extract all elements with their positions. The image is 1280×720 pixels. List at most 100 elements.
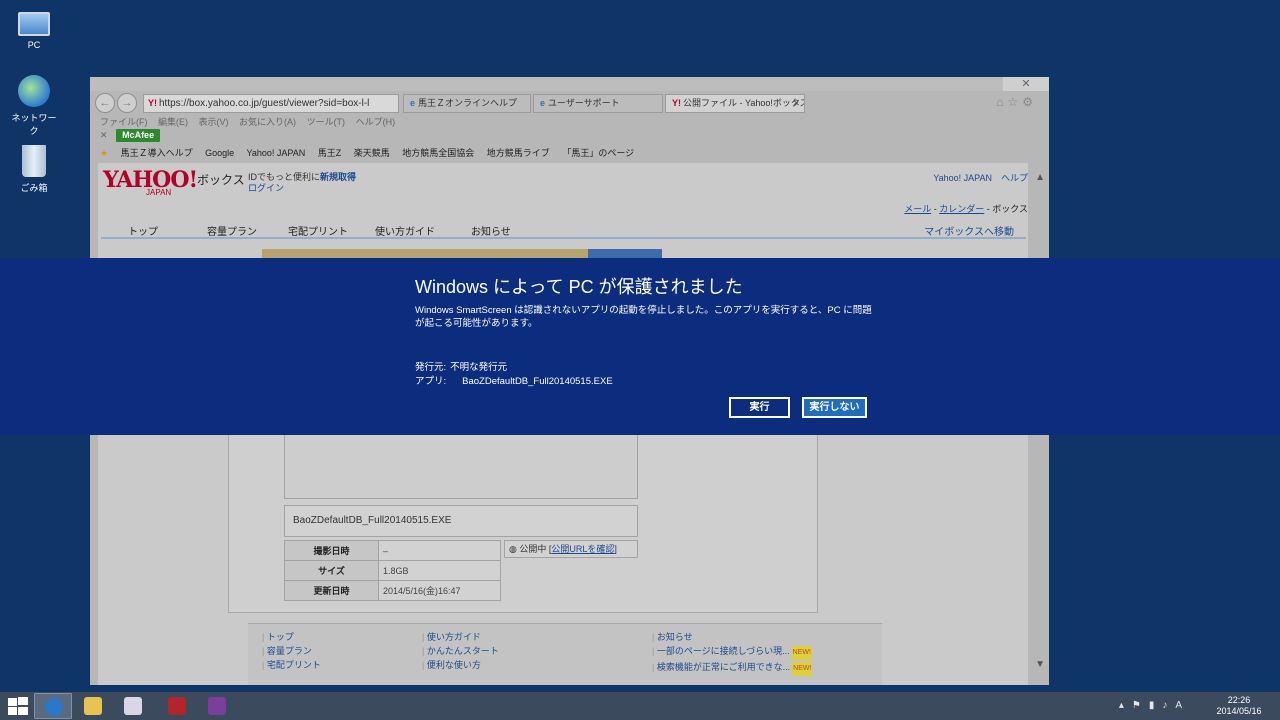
menu-view[interactable]: 表示(V)	[199, 117, 229, 127]
start-button[interactable]	[6, 696, 28, 716]
mcafee-button[interactable]: McAfee	[116, 129, 161, 142]
ime-icon[interactable]: A	[1175, 700, 1190, 711]
network-tray-icon[interactable]: ▮	[1149, 700, 1163, 711]
taskbar-ie[interactable]	[34, 693, 72, 719]
info-key: サイズ	[284, 560, 379, 581]
desktop-icon-pc[interactable]: PC	[8, 8, 60, 50]
breadcrumb-calendar[interactable]: カレンダー	[939, 204, 984, 214]
footer-link[interactable]: かんたんスタート	[422, 644, 499, 658]
desktop-icon-network[interactable]: ネットワーク	[8, 75, 60, 137]
computer-icon	[18, 12, 50, 36]
favorites-star-icon[interactable]: ★	[100, 148, 108, 158]
windows-logo-icon	[8, 707, 17, 715]
login-link[interactable]: ログイン	[248, 181, 284, 194]
footer-heading[interactable]: 使い方ガイド	[422, 630, 499, 644]
menu-help[interactable]: ヘルプ(H)	[356, 117, 396, 127]
publisher-value: 不明な発行元	[450, 362, 508, 373]
windows-logo-icon	[18, 697, 28, 705]
info-key: 撮影日時	[284, 540, 379, 561]
app-value: BaoZDefaultDB_Full20140515.EXE	[462, 376, 613, 387]
table-row: サイズ 1.8GB	[284, 560, 501, 581]
menu-tools[interactable]: ツール(T)	[307, 117, 346, 127]
back-button[interactable]: ←	[95, 93, 115, 113]
navigation-bar: ← → Y! https://box.yahoo.co.jp/guest/view…	[95, 93, 1045, 115]
volume-icon[interactable]: ♪	[1162, 700, 1175, 711]
tab-label: ユーザーサポート	[548, 98, 620, 108]
favorite-link[interactable]: 「馬王」のページ	[562, 148, 634, 158]
favorite-link[interactable]: Yahoo! JAPAN	[247, 148, 306, 158]
menu-file[interactable]: ファイル(F)	[100, 117, 148, 127]
run-button[interactable]: 実行	[729, 397, 790, 418]
footer-heading[interactable]: お知らせ	[652, 630, 812, 644]
system-tray: ▴⚑▮♪A	[1119, 700, 1190, 711]
window-title-bar	[90, 77, 1049, 91]
taskbar-app[interactable]	[198, 693, 236, 719]
publisher-label: 発行元:	[415, 362, 447, 373]
nav-plan[interactable]: 容量プラン	[207, 223, 257, 238]
footer-link[interactable]: 宅配プリント	[262, 658, 321, 672]
desktop-icon-recycle-bin[interactable]: ごみ箱	[8, 145, 60, 194]
favorite-link[interactable]: 地方競馬全国協会	[402, 148, 474, 158]
header-links[interactable]: Yahoo! JAPAN ヘルプ	[933, 171, 1028, 184]
nav-guide[interactable]: 使い方ガイド	[375, 223, 435, 238]
breadcrumb-mail[interactable]: メール	[904, 204, 931, 214]
address-bar[interactable]: Y! https://box.yahoo.co.jp/guest/viewer?s…	[143, 94, 399, 113]
signup-link[interactable]: 新規取得	[320, 172, 356, 182]
nav-top[interactable]: トップ	[128, 223, 158, 238]
forward-button[interactable]: →	[117, 93, 137, 113]
smartscreen-dialog: Windows によって PC が保護されました Windows SmartSc…	[0, 258, 1280, 435]
tab-help[interactable]: e 馬王Ｚオンラインヘルプ	[403, 94, 531, 113]
footer-col-main: トップ 容量プラン 宅配プリント	[262, 630, 321, 672]
yahoo-logo-sub: JAPAN	[146, 188, 172, 197]
chevron-up-icon[interactable]: ▴	[1119, 700, 1132, 711]
menu-edit[interactable]: 編集(E)	[158, 117, 188, 127]
nav-print[interactable]: 宅配プリント	[288, 223, 348, 238]
scroll-up-icon[interactable]: ▲	[1035, 172, 1045, 183]
favorite-link[interactable]: 馬王Z	[318, 148, 342, 158]
smartscreen-title: Windows によって PC が保護されました	[415, 277, 743, 297]
ie-icon: e	[540, 98, 546, 108]
book-app-icon	[208, 697, 226, 715]
table-row: 撮影日時 –	[284, 540, 501, 561]
toolbar-close-icon[interactable]: ✕	[100, 130, 108, 140]
desktop-icon-label: ネットワーク	[11, 113, 57, 136]
taskbar-paint[interactable]	[114, 693, 152, 719]
taskbar-explorer[interactable]	[74, 693, 112, 719]
new-badge: NEW!	[792, 662, 813, 676]
taskbar-access[interactable]	[158, 693, 196, 719]
settings-gear-icon[interactable]: ⚙	[1022, 95, 1037, 109]
ie-icon: e	[410, 98, 416, 108]
footer-link[interactable]: 便利な使い方	[422, 658, 499, 672]
tab-label: 公開ファイル - Yahoo!ボックス	[683, 98, 805, 108]
footer-link[interactable]: 容量プラン	[262, 644, 321, 658]
tab-support[interactable]: e ユーザーサポート	[533, 94, 663, 113]
public-status: ◍ 公開中 [公開URLを確認]	[504, 540, 638, 558]
back-arrow-icon: ←	[99, 97, 111, 109]
dont-run-button[interactable]: 実行しない	[802, 397, 867, 418]
flag-icon[interactable]: ⚑	[1132, 700, 1149, 711]
breadcrumb: メール - カレンダー - ボックス	[904, 202, 1028, 215]
window-close-button[interactable]: ✕	[1003, 77, 1049, 91]
nav-my-box[interactable]: マイボックスへ移動	[924, 223, 1014, 238]
smartscreen-message: Windows SmartScreen は認識されないアプリの起動を停止しました…	[415, 305, 872, 329]
favorite-link[interactable]: 楽天競馬	[354, 148, 390, 158]
menu-favorites[interactable]: お気に入り(A)	[239, 117, 296, 127]
taskbar-clock[interactable]: 22:26 2014/05/16	[1204, 695, 1274, 717]
public-status-text: 公開中 [	[519, 544, 552, 554]
scroll-down-icon[interactable]: ▼	[1035, 659, 1045, 670]
nav-news[interactable]: お知らせ	[471, 223, 511, 238]
tab-yahoo-box[interactable]: Y! 公開ファイル - Yahoo!ボックス ✕	[665, 94, 805, 113]
footer-link[interactable]: 一部のページに接続しづらい現...NEW!	[652, 644, 812, 660]
favorite-link[interactable]: Google	[205, 148, 234, 158]
info-value: 2014/5/16(金)16:47	[378, 580, 501, 601]
footer-link[interactable]: 検索機能が正常にご利用できな...NEW!	[652, 660, 813, 676]
global-nav: トップ 容量プラン 宅配プリント 使い方ガイド お知らせ マイボックスへ移動	[101, 221, 1026, 239]
favorites-star-icon[interactable]: ☆	[1007, 95, 1022, 109]
favorite-link[interactable]: 馬王Ｚ導入ヘルプ	[121, 148, 193, 158]
home-icon[interactable]: ⌂	[996, 95, 1007, 109]
tab-close-icon[interactable]: ✕	[792, 95, 800, 112]
footer-link[interactable]: トップ	[262, 630, 321, 644]
public-url-link[interactable]: 公開URLを確認	[551, 544, 614, 554]
yahoo-favicon-icon: Y!	[148, 98, 157, 108]
favorite-link[interactable]: 地方競馬ライブ	[487, 148, 550, 158]
